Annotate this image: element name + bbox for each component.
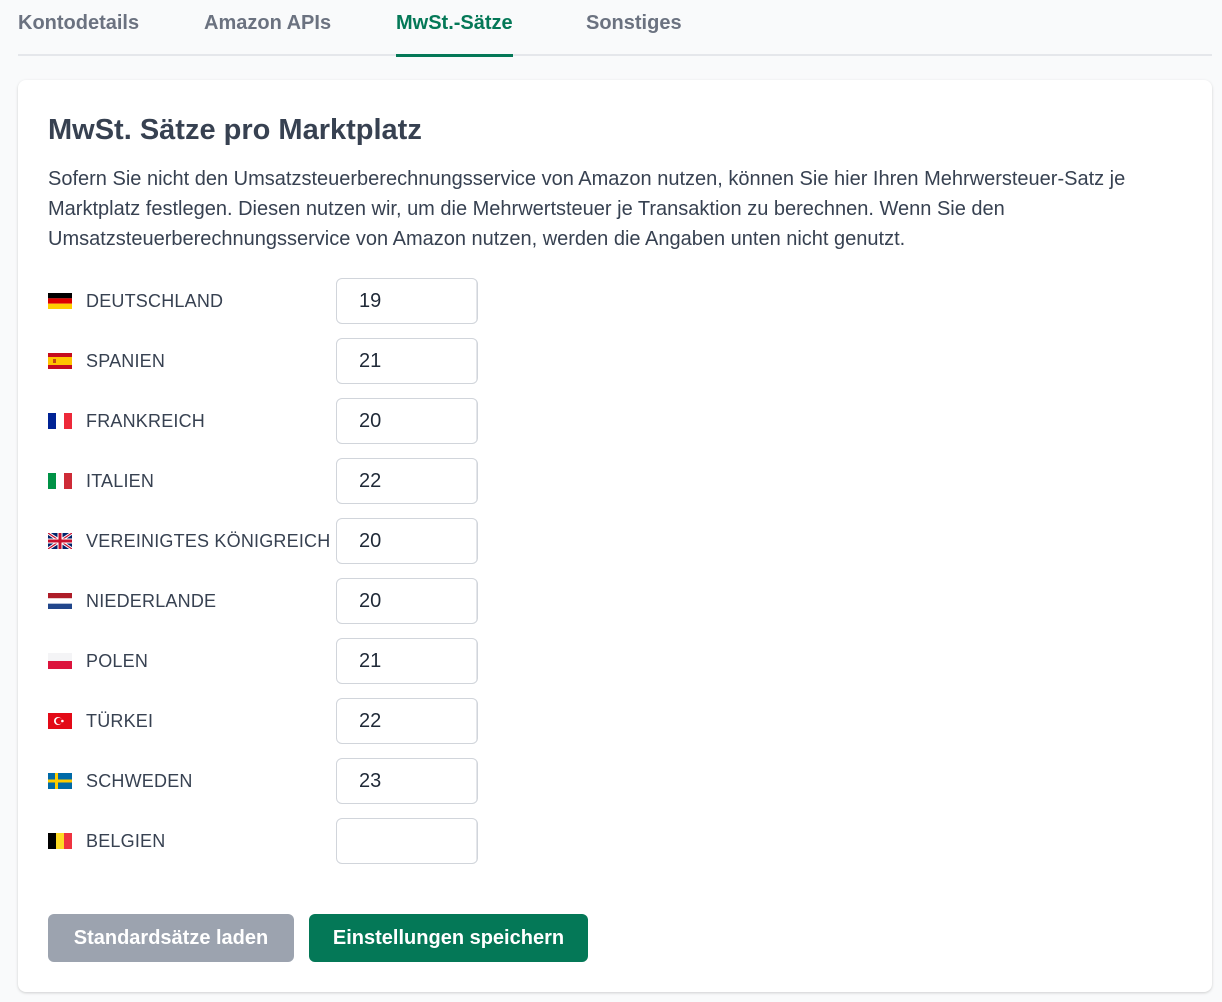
tab-sonstiges[interactable]: Sonstiges <box>586 12 682 54</box>
marketplace-row-italy: ITALIEN <box>48 458 548 518</box>
vat-input-sweden[interactable] <box>336 758 478 804</box>
country-label: POLEN <box>86 651 149 671</box>
vat-input-italy[interactable] <box>336 458 478 504</box>
marketplace-row-turkey: TÜRKEI <box>48 698 548 758</box>
country-label: NIEDERLANDE <box>86 591 217 611</box>
settings-tabs: Kontodetails Amazon APIs MwSt.-Sätze Son… <box>18 0 1212 57</box>
sweden-flag-icon <box>48 773 72 789</box>
marketplace-row-poland: POLEN <box>48 638 548 698</box>
country-label: SCHWEDEN <box>86 771 193 791</box>
vat-rates-card: MwSt. Sätze pro Marktplatz Sofern Sie ni… <box>18 80 1212 992</box>
country-label: TÜRKEI <box>86 711 154 731</box>
marketplace-row-sweden: SCHWEDEN <box>48 758 548 818</box>
marketplace-row-uk: VEREINIGTES KÖNIGREICH <box>48 518 548 578</box>
tab-mwst-saetze[interactable]: MwSt.-Sätze <box>396 12 513 57</box>
vat-input-uk[interactable] <box>336 518 478 564</box>
marketplace-list: DEUTSCHLAND SPANIEN FRANKREICH <box>48 278 548 878</box>
vat-input-france[interactable] <box>336 398 478 444</box>
vat-input-spain[interactable] <box>336 338 478 384</box>
vat-input-belgium[interactable] <box>336 818 478 864</box>
france-flag-icon <box>48 413 72 429</box>
marketplace-row-belgium: BELGIEN <box>48 818 548 878</box>
country-label: VEREINIGTES KÖNIGREICH <box>86 531 331 551</box>
poland-flag-icon <box>48 653 72 669</box>
vat-input-germany[interactable] <box>336 278 478 324</box>
marketplace-row-france: FRANKREICH <box>48 398 548 458</box>
vat-input-netherlands[interactable] <box>336 578 478 624</box>
tab-amazon-apis[interactable]: Amazon APIs <box>204 12 331 54</box>
page-title: MwSt. Sätze pro Marktplatz <box>48 114 422 146</box>
germany-flag-icon <box>48 293 72 309</box>
save-settings-button[interactable]: Einstellungen speichern <box>309 914 588 962</box>
country-label: SPANIEN <box>86 351 166 371</box>
country-label: BELGIEN <box>86 831 166 851</box>
vat-input-poland[interactable] <box>336 638 478 684</box>
marketplace-row-germany: DEUTSCHLAND <box>48 278 548 338</box>
marketplace-row-spain: SPANIEN <box>48 338 548 398</box>
uk-flag-icon <box>48 533 72 549</box>
turkey-flag-icon <box>48 713 72 729</box>
country-label: ITALIEN <box>86 471 155 491</box>
tab-kontodetails[interactable]: Kontodetails <box>18 12 139 54</box>
netherlands-flag-icon <box>48 593 72 609</box>
marketplace-row-netherlands: NIEDERLANDE <box>48 578 548 638</box>
country-label: DEUTSCHLAND <box>86 291 224 311</box>
country-label: FRANKREICH <box>86 411 206 431</box>
load-defaults-button[interactable]: Standardsätze laden <box>48 914 294 962</box>
belgium-flag-icon <box>48 833 72 849</box>
description-text: Sofern Sie nicht den Umsatzsteuerberechn… <box>48 168 1126 250</box>
vat-input-turkey[interactable] <box>336 698 478 744</box>
spain-flag-icon <box>48 353 72 369</box>
italy-flag-icon <box>48 473 72 489</box>
